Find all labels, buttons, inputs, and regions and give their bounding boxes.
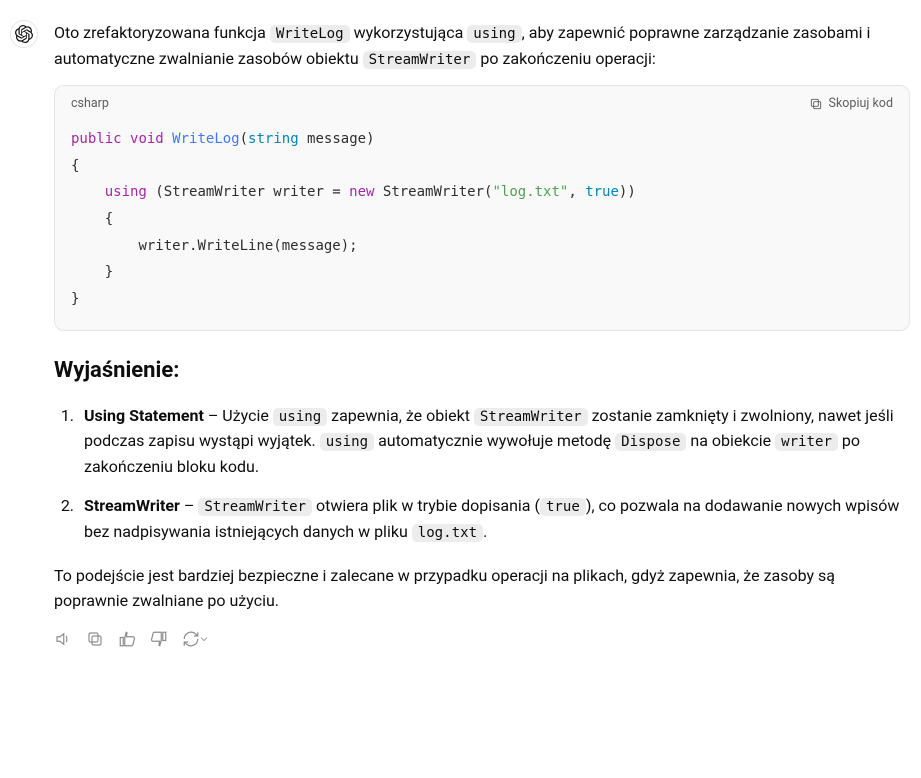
text: – Użycie [204,406,273,425]
code-language: csharp [71,94,109,114]
copy-label: Skopiuj kod [829,94,893,114]
copy-icon [809,97,823,111]
item-title: StreamWriter [84,496,180,515]
code-block: csharp Skopiuj kod public void WriteLog(… [54,85,910,331]
openai-icon [15,25,33,43]
text: Oto zrefaktoryzowana funkcja [54,23,270,42]
text: automatycznie wywołuje metodę [374,431,615,450]
inline-code: Dispose [615,433,686,451]
text: zapewnia, że obiekt [327,406,474,425]
message-actions [54,630,910,648]
inline-code: WriteLog [270,25,350,43]
message-content: Oto zrefaktoryzowana funkcja WriteLog wy… [54,20,910,648]
inline-code: using [273,408,327,426]
inline-code: log.txt [412,524,483,542]
text: . [483,522,487,541]
explanation-list: Using Statement – Użycie using zapewnia,… [54,403,910,545]
assistant-message: Oto zrefaktoryzowana funkcja WriteLog wy… [10,20,910,648]
code-content[interactable]: public void WriteLog(string message) { u… [55,122,909,330]
speaker-icon [54,630,72,648]
thumbs-down-icon [150,630,168,648]
regenerate-button[interactable] [182,630,210,648]
copy-code-button[interactable]: Skopiuj kod [809,94,893,114]
explanation-heading: Wyjaśnienie: [54,353,910,388]
intro-paragraph: Oto zrefaktoryzowana funkcja WriteLog wy… [54,20,910,71]
inline-code: StreamWriter [474,408,588,426]
inline-code: StreamWriter [363,51,477,69]
copy-button[interactable] [86,630,104,648]
thumbs-up-icon [118,630,136,648]
code-header: csharp Skopiuj kod [55,86,909,122]
assistant-avatar [10,20,38,48]
inline-code: writer [775,433,838,451]
item-title: Using Statement [84,406,204,425]
text: po zakończeniu operacji: [476,49,655,68]
text: na obiekcie [686,431,775,450]
text: – [180,496,198,515]
inline-code: using [467,25,521,43]
text: wykorzystująca [350,23,468,42]
inline-code: using [320,433,374,451]
text: otwiera plik w trybie dopisania ( [312,496,540,515]
inline-code: true [540,498,586,516]
list-item: StreamWriter – StreamWriter otwiera plik… [78,493,910,544]
thumbs-down-button[interactable] [150,630,168,648]
thumbs-up-button[interactable] [118,630,136,648]
list-item: Using Statement – Użycie using zapewnia,… [78,403,910,480]
inline-code: StreamWriter [198,498,312,516]
read-aloud-button[interactable] [54,630,72,648]
conclusion-paragraph: To podejście jest bardziej bezpieczne i … [54,563,910,614]
copy-icon [86,630,104,648]
chevron-down-icon [198,633,210,645]
